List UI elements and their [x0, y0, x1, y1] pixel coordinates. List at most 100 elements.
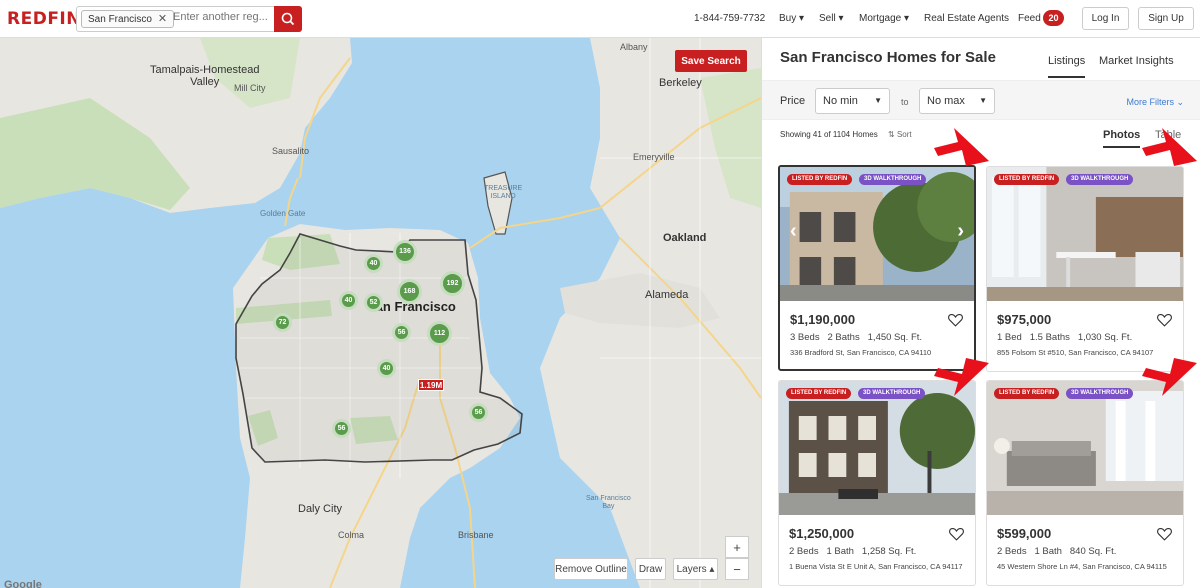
listing-card[interactable]: LISTED BY REDFIN 3D WALKTHROUGH ‹ › $1,1… — [778, 165, 976, 371]
map-label-emeryville: Emeryville — [633, 152, 675, 162]
map-cluster[interactable]: 72 — [273, 313, 292, 332]
save-search-button[interactable]: Save Search — [675, 50, 747, 72]
min-price-value: No min — [823, 95, 858, 107]
map-label-colma: Colma — [338, 530, 365, 540]
listed-by-redfin-badge: LISTED BY REDFIN — [994, 388, 1060, 399]
sqft: 1,258 Sq. Ft. — [861, 546, 917, 557]
baths: 1 Bath — [826, 546, 854, 557]
more-filters-link[interactable]: More Filters ⌄ — [1126, 97, 1184, 108]
search-input[interactable] — [173, 11, 273, 23]
max-price-select[interactable]: No max ▼ — [919, 88, 995, 114]
walkthrough-badge: 3D WALKTHROUGH — [858, 388, 926, 399]
map-view[interactable]: Albany Tamalpais-Homestead Valley Berkel… — [0, 38, 761, 588]
listing-price: $1,190,000 — [790, 312, 856, 327]
chevron-right-icon[interactable]: › — [957, 220, 964, 243]
map-label-albany: Albany — [620, 42, 648, 52]
listing-address[interactable]: 855 Folsom St #510, San Francisco, CA 94… — [997, 348, 1153, 357]
golden-gate-bridge — [284, 177, 299, 227]
price-label: Price — [780, 95, 806, 107]
listing-card[interactable]: LISTED BY REDFIN 3D WALKTHROUGH $975,000… — [986, 166, 1184, 372]
listing-specs: 2 Beds 1 Bath 1,258 Sq. Ft. — [789, 546, 916, 557]
phone-number[interactable]: 1-844-759-7732 — [694, 13, 765, 24]
redfin-logo[interactable]: REDFIN — [7, 9, 81, 29]
sqft: 1,450 Sq. Ft. — [867, 332, 923, 343]
listing-specs: 2 Beds 1 Bath 840 Sq. Ft. — [997, 546, 1116, 557]
map-label-berkeley: Berkeley — [659, 77, 702, 89]
listing-photo[interactable] — [780, 167, 974, 301]
listing-photo[interactable] — [779, 381, 975, 515]
baths: 2 Baths — [827, 332, 860, 343]
nav-sell[interactable]: Sell ▾ — [819, 13, 843, 24]
listing-price: $975,000 — [997, 312, 1052, 327]
heart-icon[interactable] — [947, 311, 964, 328]
map-cluster[interactable]: 56 — [332, 419, 351, 438]
search-icon — [281, 12, 295, 26]
close-icon[interactable]: ✕ — [158, 13, 167, 25]
nav-feed[interactable]: Feed — [1018, 13, 1041, 24]
location-search-box[interactable]: San Francisco ✕ — [76, 6, 302, 32]
map-cluster[interactable]: 192 — [440, 271, 465, 296]
to-label: to — [901, 97, 909, 107]
layers-button[interactable]: Layers ▴ — [673, 558, 718, 580]
listed-by-redfin-badge: LISTED BY REDFIN — [786, 388, 852, 399]
remove-outline-button[interactable]: Remove Outline — [554, 558, 628, 580]
listing-card[interactable]: LISTED BY REDFIN 3D WALKTHROUGH $599,000… — [986, 380, 1184, 586]
top-header: REDFIN San Francisco ✕ 1-844-759-7732 Buy… — [0, 0, 1200, 38]
search-chip[interactable]: San Francisco ✕ — [81, 10, 175, 28]
listing-address[interactable]: 45 Western Shore Ln #4, San Francisco, C… — [997, 562, 1167, 571]
tab-listings[interactable]: Listings — [1048, 55, 1086, 78]
map-cluster[interactable]: 56 — [469, 403, 488, 422]
search-chip-label: San Francisco — [88, 14, 152, 25]
map-label-sausalito: Sausalito — [272, 146, 310, 156]
red-arrow-annotation — [934, 128, 989, 166]
map-cluster[interactable]: 52 — [364, 293, 383, 312]
heart-icon[interactable] — [1156, 525, 1173, 542]
treasure-island — [483, 171, 513, 235]
map-cluster[interactable]: 168 — [397, 279, 422, 304]
bay-bridge — [469, 207, 601, 249]
walkthrough-badge: 3D WALKTHROUGH — [1066, 388, 1134, 399]
tab-market-insights[interactable]: Market Insights — [1099, 55, 1174, 67]
google-attribution: Google — [4, 579, 42, 588]
filter-bar: Price No min ▼ to No max ▼ More Filters ⌄ — [762, 80, 1200, 120]
listing-specs: 3 Beds 2 Baths 1,450 Sq. Ft. — [790, 332, 922, 343]
map-cluster[interactable]: 40 — [339, 291, 358, 310]
map-label-golden-gate: Golden Gate — [260, 209, 306, 218]
map-cluster[interactable]: 136 — [393, 240, 417, 264]
view-tab-photos[interactable]: Photos — [1103, 129, 1141, 148]
baths: 1.5 Baths — [1029, 332, 1070, 343]
selected-home-pin[interactable]: 1.19M — [418, 379, 444, 391]
listing-specs: 1 Bed 1.5 Baths 1,030 Sq. Ft. — [997, 332, 1132, 343]
map-cluster[interactable]: 112 — [427, 321, 452, 346]
nav-buy[interactable]: Buy ▾ — [779, 13, 804, 24]
listing-price: $1,250,000 — [789, 526, 855, 541]
listing-address[interactable]: 336 Bradford St, San Francisco, CA 94110 — [790, 348, 931, 357]
beds: 2 Beds — [789, 546, 819, 557]
map-cluster[interactable]: 56 — [392, 323, 411, 342]
signup-button[interactable]: Sign Up — [1138, 7, 1194, 30]
search-button[interactable] — [274, 6, 302, 32]
sort-icon: ⇅ — [888, 130, 895, 139]
map-cluster[interactable]: 40 — [364, 254, 383, 273]
zoom-out-button[interactable]: − — [725, 558, 749, 580]
nav-real-estate-agents[interactable]: Real Estate Agents — [924, 13, 1009, 24]
nav-mortgage[interactable]: Mortgage ▾ — [859, 13, 909, 24]
map-label-brisbane: Brisbane — [458, 530, 494, 540]
caret-down-icon: ▼ — [979, 96, 987, 105]
listing-photo[interactable] — [987, 167, 1183, 301]
listing-photo[interactable] — [987, 381, 1183, 515]
max-price-value: No max — [927, 95, 965, 107]
map-label-oakland: Oakland — [663, 232, 707, 244]
heart-icon[interactable] — [948, 525, 965, 542]
draw-button[interactable]: Draw — [635, 558, 666, 580]
login-button[interactable]: Log In — [1082, 7, 1129, 30]
listing-address[interactable]: 1 Buena Vista St E Unit A, San Francisco… — [789, 562, 963, 571]
zoom-in-button[interactable]: + — [725, 536, 749, 558]
map-cluster[interactable]: 40 — [377, 359, 396, 378]
map-label-sf-bay: San Francisco Bay — [586, 495, 631, 510]
chevron-left-icon[interactable]: ‹ — [790, 220, 797, 243]
min-price-select[interactable]: No min ▼ — [815, 88, 890, 114]
heart-icon[interactable] — [1156, 311, 1173, 328]
listing-card[interactable]: LISTED BY REDFIN 3D WALKTHROUGH $1,250,0… — [778, 380, 976, 586]
sort-button[interactable]: ⇅ Sort — [888, 130, 912, 139]
